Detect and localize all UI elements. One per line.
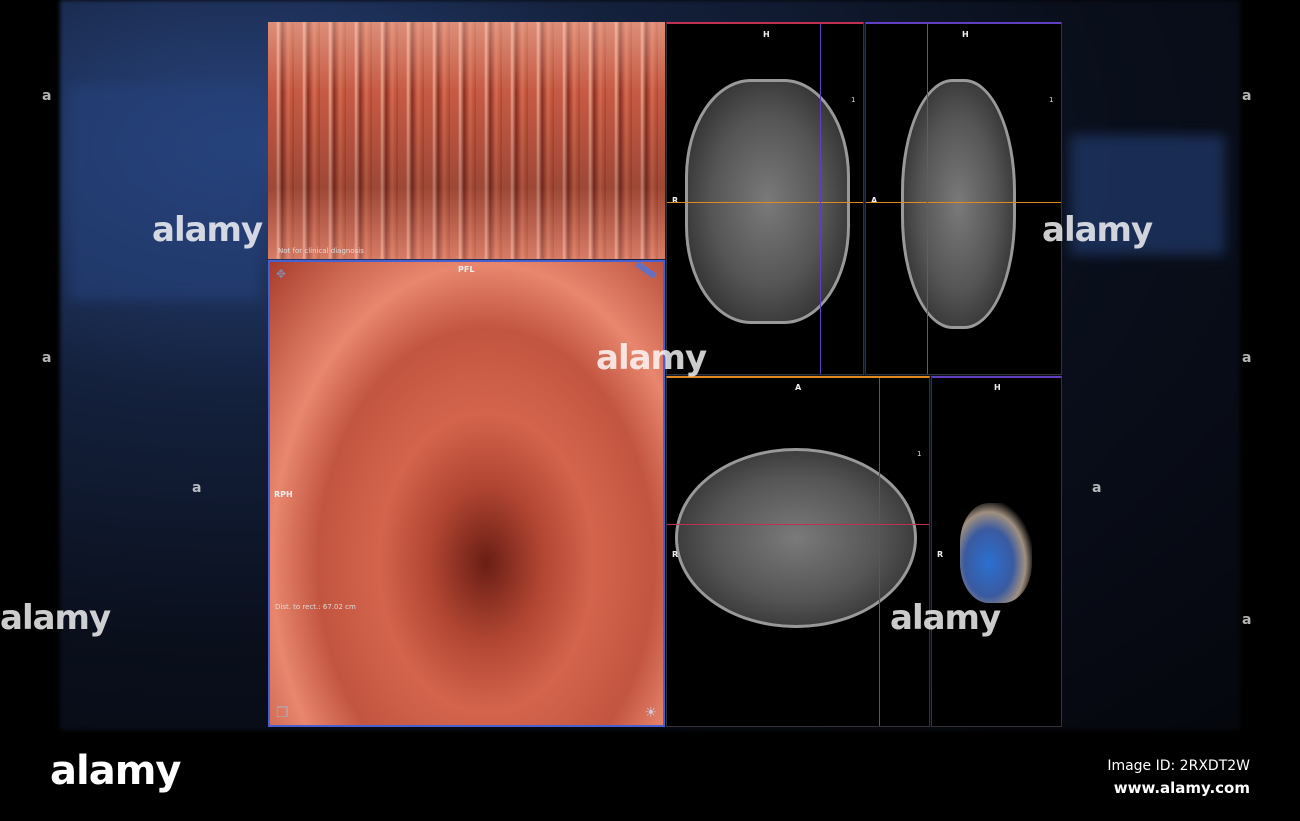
watermark-mark: a [42,350,52,366]
orientation-label-left: R [672,550,679,559]
slice-number: 1 [851,96,856,104]
watermark-mark: a [42,88,52,104]
watermark: alamy [152,210,263,250]
orientation-label-left: RPH [274,490,293,499]
orientation-label-left: R [937,550,944,559]
ct-body-image [901,79,1016,329]
watermark-mark: a [1242,612,1252,628]
watermark-mark: a [1092,480,1102,496]
orientation-label-top: PFL [458,265,475,274]
watermark-mark: a [1242,350,1252,366]
image-id-block: Image ID: 2RXDT2W www.alamy.com [1107,755,1250,799]
watermark-mark: a [192,480,202,496]
sagittal-ct-view[interactable]: H A 1 [865,22,1062,375]
disclaimer-text: Not for clinical diagnosis [278,247,364,255]
pen-tool-icon[interactable] [635,262,657,279]
colon-flythrough-view[interactable]: Not for clinical diagnosis [268,22,665,259]
watermark-mark: a [1242,88,1252,104]
coronal-ct-view[interactable]: H R 1 [666,22,864,375]
slice-number: 1 [1049,96,1054,104]
brightness-icon[interactable]: ☀ [644,705,657,721]
ct-body-image [675,448,917,628]
3d-colon-volume-view[interactable]: H R [931,376,1062,727]
orientation-label-top: H [763,30,770,39]
orientation-label-top: H [962,30,969,39]
watermark: alamy [890,598,1001,638]
orientation-label-left: A [871,196,878,205]
layers-icon[interactable]: ❐ [276,705,289,721]
site-url: www.alamy.com [1113,779,1250,797]
blurred-thumbnail-panel [70,85,260,300]
watermark: alamy [596,338,707,378]
image-id: Image ID: 2RXDT2W [1107,758,1250,774]
axial-ct-view[interactable]: A R 1 [666,376,930,727]
alamy-logo: alamy [50,748,181,794]
slice-number: 1 [917,450,922,458]
watermark: alamy [1042,210,1153,250]
orientation-label-top: A [795,383,802,392]
endoscopic-3d-view[interactable]: PFL RPH Dist. to rect.: 67.02 cm ✥ ❐ ☀ [268,260,665,727]
colon-3d-model [960,503,1032,603]
orientation-label-left: R [672,196,679,205]
orientation-label-top: H [994,383,1001,392]
distance-readout: Dist. to rect.: 67.02 cm [275,603,356,611]
watermark: alamy [0,598,111,638]
navigation-icon[interactable]: ✥ [276,267,286,281]
